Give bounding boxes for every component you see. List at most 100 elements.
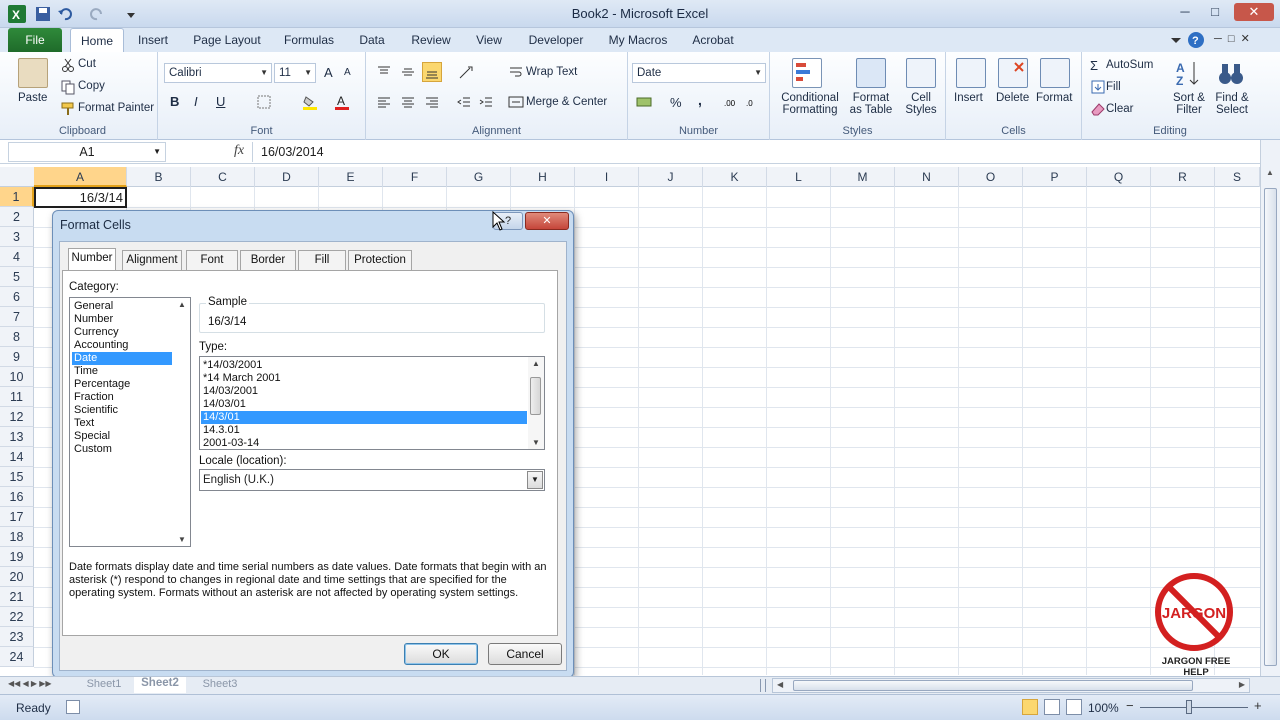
vscroll-thumb[interactable] — [1264, 188, 1277, 666]
page-break-view-icon[interactable] — [1066, 699, 1082, 715]
category-item-number[interactable]: Number — [72, 313, 172, 326]
row-header-3[interactable]: 3 — [0, 227, 34, 247]
tab-page-layout[interactable]: Page Layout — [186, 28, 268, 52]
sort-filter-button[interactable]: Sort & Filter — [1170, 92, 1208, 116]
font-name-combo[interactable]: Calibri ▼ — [164, 63, 272, 83]
align-bottom-icon[interactable] — [422, 62, 442, 82]
vscroll-up-icon[interactable]: ▲ — [1266, 168, 1274, 177]
tab-developer[interactable]: Developer — [520, 28, 592, 52]
row-header-22[interactable]: 22 — [0, 607, 34, 627]
locale-select[interactable]: English (U.K.) ▼ — [199, 469, 545, 491]
paste-icon[interactable] — [18, 58, 48, 88]
autosum-button[interactable]: AutoSum — [1106, 59, 1153, 71]
row-header-16[interactable]: 16 — [0, 487, 34, 507]
column-header-q[interactable]: Q — [1087, 167, 1151, 187]
number-format-combo[interactable]: Date ▼ — [632, 63, 766, 83]
increase-decimal-icon[interactable]: .00 — [724, 94, 740, 110]
type-item[interactable]: *14 March 2001 — [201, 372, 527, 385]
currency-icon[interactable] — [636, 94, 652, 110]
dialog-tab-fill[interactable]: Fill — [298, 250, 346, 270]
category-item-fraction[interactable]: Fraction — [72, 391, 172, 404]
column-header-i[interactable]: I — [575, 167, 639, 187]
align-right-icon[interactable] — [424, 94, 440, 110]
hscroll-left-icon[interactable]: ◀ — [777, 680, 783, 689]
tab-my-macros[interactable]: My Macros — [602, 28, 674, 52]
type-item[interactable]: 14/03/01 — [201, 398, 527, 411]
zoom-slider-track[interactable] — [1140, 707, 1248, 708]
category-item-percentage[interactable]: Percentage — [72, 378, 172, 391]
hscroll-right-icon[interactable]: ▶ — [1239, 680, 1245, 689]
column-header-c[interactable]: C — [191, 167, 255, 187]
orientation-icon[interactable] — [458, 64, 474, 80]
type-item[interactable]: *14/03/2001 — [201, 359, 527, 372]
column-header-d[interactable]: D — [255, 167, 319, 187]
category-item-time[interactable]: Time — [72, 365, 172, 378]
sheet-tab-2[interactable]: Sheet2 — [134, 677, 186, 693]
category-item-accounting[interactable]: Accounting — [72, 339, 172, 352]
row-header-1[interactable]: 1 — [0, 187, 34, 207]
comma-button[interactable]: , — [698, 92, 702, 108]
row-header-13[interactable]: 13 — [0, 427, 34, 447]
column-header-r[interactable]: R — [1151, 167, 1215, 187]
type-item[interactable]: 14.3.01 — [201, 424, 527, 437]
format-as-table-button[interactable]: Format as Table — [846, 92, 896, 116]
type-scroll-up-icon[interactable]: ▲ — [532, 359, 540, 368]
row-header-11[interactable]: 11 — [0, 387, 34, 407]
column-header-h[interactable]: H — [511, 167, 575, 187]
percent-button[interactable]: % — [670, 95, 682, 110]
grow-font-button[interactable]: A — [324, 65, 333, 80]
row-header-7[interactable]: 7 — [0, 307, 34, 327]
copy-button[interactable]: Copy — [78, 80, 105, 92]
formula-input[interactable]: 16/03/2014 — [252, 142, 1258, 162]
align-left-icon[interactable] — [376, 94, 392, 110]
row-header-19[interactable]: 19 — [0, 547, 34, 567]
italic-button[interactable]: I — [194, 94, 198, 109]
close-button[interactable]: ✕ — [1234, 3, 1274, 21]
column-header-a[interactable]: A — [34, 167, 127, 187]
merge-center-button[interactable]: Merge & Center — [526, 96, 607, 108]
insert-cells-button[interactable]: Insert — [954, 92, 983, 104]
column-header-n[interactable]: N — [895, 167, 959, 187]
hscroll-thumb[interactable] — [793, 680, 1193, 691]
category-scroll-up-icon[interactable]: ▲ — [178, 300, 186, 309]
vertical-scrollbar[interactable]: ▲ — [1260, 140, 1280, 676]
decrease-indent-icon[interactable] — [456, 94, 472, 110]
sheet-nav-icons[interactable]: ◀◀ ◀ ▶ ▶▶ — [8, 679, 52, 688]
row-header-23[interactable]: 23 — [0, 627, 34, 647]
locale-dropdown-icon[interactable]: ▼ — [527, 471, 543, 489]
dialog-tab-font[interactable]: Font — [186, 250, 238, 270]
column-header-l[interactable]: L — [767, 167, 831, 187]
tab-data[interactable]: Data — [350, 28, 394, 52]
page-layout-view-icon[interactable] — [1044, 699, 1060, 715]
row-header-5[interactable]: 5 — [0, 267, 34, 287]
ok-button[interactable]: OK — [404, 643, 478, 665]
cut-button[interactable]: Cut — [78, 58, 96, 70]
cancel-button[interactable]: Cancel — [488, 643, 562, 665]
category-item-date[interactable]: Date — [72, 352, 172, 365]
category-item-custom[interactable]: Custom — [72, 443, 172, 456]
category-item-currency[interactable]: Currency — [72, 326, 172, 339]
find-select-button[interactable]: Find & Select — [1210, 92, 1254, 116]
column-header-e[interactable]: E — [319, 167, 383, 187]
type-scroll-thumb[interactable] — [530, 377, 541, 415]
type-item[interactable]: 14/3/01 — [201, 411, 527, 424]
row-header-6[interactable]: 6 — [0, 287, 34, 307]
category-listbox[interactable]: General Number Currency Accounting Date Time P… — [69, 297, 191, 547]
font-color-icon[interactable]: A — [334, 94, 350, 110]
row-header-20[interactable]: 20 — [0, 567, 34, 587]
font-size-combo[interactable]: 11 ▼ — [274, 63, 316, 83]
column-header-m[interactable]: M — [831, 167, 895, 187]
dialog-tab-border[interactable]: Border — [240, 250, 296, 270]
underline-button[interactable]: U — [216, 94, 225, 109]
column-header-j[interactable]: J — [639, 167, 703, 187]
zoom-slider-thumb[interactable] — [1186, 700, 1192, 714]
align-middle-icon[interactable] — [400, 64, 416, 80]
sheet-tab-1[interactable]: Sheet1 — [80, 678, 128, 693]
row-header-8[interactable]: 8 — [0, 327, 34, 347]
category-item-scientific[interactable]: Scientific — [72, 404, 172, 417]
tab-formulas[interactable]: Formulas — [278, 28, 340, 52]
tab-split-handle[interactable] — [760, 679, 766, 692]
category-scrollbar[interactable]: ▲ ▼ — [174, 298, 190, 546]
zoom-in-button[interactable]: + — [1254, 698, 1262, 713]
column-header-o[interactable]: O — [959, 167, 1023, 187]
